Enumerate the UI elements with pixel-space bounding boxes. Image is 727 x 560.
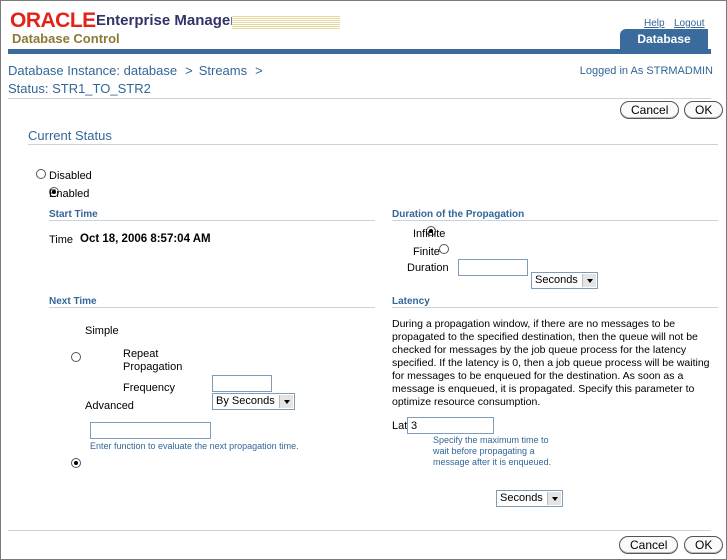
- repeat-label-2: Propagation: [123, 361, 183, 373]
- product-subtitle: Database Control: [12, 31, 120, 46]
- breadcrumb-database-instance[interactable]: Database Instance: database: [8, 63, 177, 78]
- chevron-down-icon: [547, 492, 561, 505]
- ok-button[interactable]: OK: [684, 101, 724, 119]
- disabled-label: Disabled: [49, 170, 92, 182]
- latency-input[interactable]: [407, 417, 494, 434]
- simple-radio[interactable]: [71, 352, 81, 362]
- duration-unit-select[interactable]: Seconds: [531, 272, 598, 289]
- repeat-propagation-value: By Seconds: [216, 395, 275, 407]
- cancel-button[interactable]: Cancel: [620, 101, 680, 119]
- title-divider: [8, 98, 711, 99]
- database-tab[interactable]: Database: [620, 29, 708, 49]
- duration-input[interactable]: [458, 259, 528, 276]
- latency-description: During a propagation window, if there ar…: [392, 318, 710, 408]
- frequency-input[interactable]: [212, 375, 272, 392]
- page-title: Status: STR1_TO_STR2: [8, 81, 151, 96]
- cancel-button-bottom[interactable]: Cancel: [619, 536, 679, 554]
- logged-in-label: Logged in As STRMADMIN: [579, 65, 713, 77]
- next-time-title: Next Time: [49, 296, 97, 307]
- oracle-logo: ORACLE: [10, 9, 96, 32]
- duration-title: Duration of the Propagation: [392, 209, 525, 220]
- help-link[interactable]: Help: [644, 18, 665, 29]
- start-time-value: Oct 18, 2006 8:57:04 AM: [80, 233, 211, 245]
- duration-unit-value: Seconds: [535, 274, 578, 286]
- advanced-radio[interactable]: [71, 458, 81, 468]
- enabled-label: Enabled: [49, 188, 90, 200]
- duration-label: Duration: [407, 262, 449, 274]
- infinite-label: Infinite: [413, 228, 446, 240]
- current-status-title: Current Status: [28, 128, 112, 143]
- repeat-propagation-select[interactable]: By Seconds: [212, 393, 295, 410]
- chevron-down-icon: [582, 274, 596, 287]
- simple-label: Simple: [85, 325, 119, 337]
- start-time-divider: [49, 220, 375, 221]
- latency-unit-value: Seconds: [500, 492, 543, 504]
- advanced-label: Advanced: [85, 400, 134, 412]
- frequency-label: Frequency: [123, 382, 175, 394]
- disabled-radio[interactable]: [36, 169, 46, 179]
- breadcrumb-streams[interactable]: Streams: [199, 63, 247, 78]
- next-function-input[interactable]: [90, 422, 211, 439]
- breadcrumb-separator: >: [185, 63, 193, 78]
- section-divider: [28, 144, 718, 145]
- repeat-label: Repeat: [123, 348, 159, 360]
- latency-title: Latency: [392, 296, 430, 307]
- time-label: Time: [49, 234, 74, 246]
- logout-link[interactable]: Logout: [674, 18, 705, 29]
- bottom-divider: [8, 530, 711, 531]
- latency-hint: Specify the maximum time to wait before …: [433, 435, 552, 467]
- finite-label: Finite: [413, 246, 440, 258]
- next-time-divider: [49, 307, 375, 308]
- duration-divider: [392, 220, 718, 221]
- header-stripes: [232, 15, 340, 29]
- chevron-down-icon: [279, 395, 293, 408]
- tab-bar: [8, 49, 711, 54]
- breadcrumb: Database Instance: database > Streams >: [8, 63, 269, 78]
- next-function-hint: Enter function to evaluate the next prop…: [90, 441, 299, 451]
- ok-button-bottom[interactable]: OK: [684, 536, 724, 554]
- start-time-title: Start Time: [49, 209, 98, 220]
- breadcrumb-separator: >: [255, 63, 263, 78]
- latency-unit-select[interactable]: Seconds: [496, 490, 563, 507]
- latency-divider: [392, 307, 718, 308]
